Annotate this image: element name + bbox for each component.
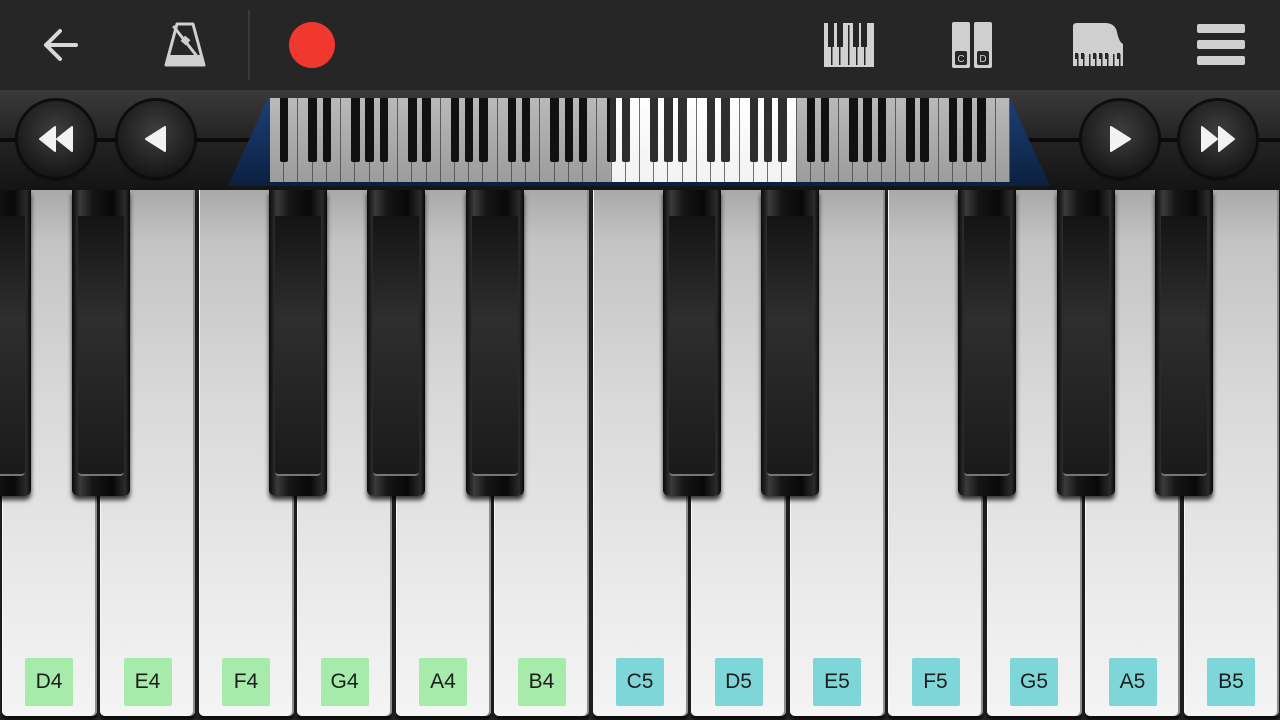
black-key[interactable] — [761, 190, 819, 496]
menu-button[interactable] — [1180, 0, 1262, 90]
next-button[interactable] — [1082, 101, 1158, 177]
overview-black-key — [621, 98, 631, 162]
black-key-face — [471, 216, 518, 476]
overview-black-key — [749, 98, 759, 162]
back-arrow-icon — [44, 29, 78, 61]
keyboard-mode-button[interactable] — [808, 0, 890, 90]
black-key[interactable] — [71, 190, 130, 496]
key-label: D4 — [25, 658, 73, 706]
black-key[interactable] — [367, 190, 425, 496]
overview-black-key — [507, 98, 517, 162]
overview-black-key — [877, 98, 887, 162]
metronome-button[interactable] — [145, 0, 225, 90]
overview-black-key — [678, 98, 687, 162]
black-key[interactable] — [0, 190, 31, 496]
overview-black-key — [279, 98, 289, 162]
overview-black-key — [806, 98, 816, 162]
key-label: B5 — [1207, 658, 1255, 706]
key-label: E5 — [813, 658, 861, 706]
key-label: A4 — [419, 658, 467, 706]
overview-black-key — [906, 98, 915, 162]
overview-black-key — [920, 98, 929, 162]
black-key-face — [1062, 216, 1109, 476]
rewind-icon — [39, 126, 73, 152]
black-key[interactable] — [958, 190, 1016, 496]
top-toolbar: C D — [0, 0, 1280, 90]
overview-black-key — [706, 98, 716, 162]
next-icon — [1110, 126, 1131, 152]
overview-black-key — [863, 98, 872, 162]
overview-black-key — [977, 98, 986, 162]
black-key-face — [77, 216, 124, 476]
black-key-face — [668, 216, 715, 476]
overview-black-key — [963, 98, 972, 162]
overview-black-key — [408, 98, 417, 162]
key-label: F4 — [222, 658, 270, 706]
black-key[interactable] — [1155, 190, 1213, 496]
black-key[interactable] — [662, 190, 721, 496]
overview-black-key — [763, 98, 773, 162]
overview-black-keys — [270, 98, 1010, 182]
key-label: G4 — [320, 658, 369, 706]
keyboard-icon — [824, 23, 874, 67]
record-button[interactable] — [272, 0, 352, 90]
back-button[interactable] — [20, 0, 100, 90]
overview-black-key — [849, 98, 858, 162]
overview-black-key — [778, 98, 787, 162]
overview-black-key — [479, 98, 488, 162]
grand-piano-button[interactable] — [1056, 0, 1140, 90]
overview-black-key — [948, 98, 958, 162]
overview-black-key — [422, 98, 431, 162]
overview-black-key — [521, 98, 531, 162]
piano-keyboard: D4 E4 F4 G4 A4 B4 C5 D5 E5 F5 G5 A5 B5 — [0, 190, 1280, 720]
overview-black-key — [607, 98, 616, 162]
record-icon — [289, 22, 335, 68]
black-key-face — [1161, 216, 1207, 476]
metronome-icon — [164, 22, 206, 67]
black-key-face — [964, 216, 1010, 476]
black-key[interactable] — [465, 190, 524, 496]
key-label: A5 — [1108, 658, 1157, 706]
overview-black-key — [308, 98, 317, 162]
keyboard-overview-scroller[interactable] — [270, 98, 1010, 182]
key-label: F5 — [911, 658, 960, 706]
overview-black-key — [550, 98, 559, 162]
previous-button[interactable] — [118, 101, 194, 177]
overview-black-key — [578, 98, 588, 162]
two-row-cd-icon: C D — [952, 22, 992, 68]
black-key-face — [373, 216, 419, 476]
overview-black-key — [450, 98, 460, 162]
key-label: E4 — [123, 658, 172, 706]
black-key[interactable] — [268, 190, 327, 496]
black-key[interactable] — [1056, 190, 1115, 496]
overview-black-key — [664, 98, 673, 162]
hamburger-menu-icon — [1197, 24, 1245, 65]
fast-forward-icon — [1201, 126, 1235, 152]
black-key-face — [0, 216, 25, 476]
fast-forward-button[interactable] — [1180, 101, 1256, 177]
previous-icon — [145, 126, 166, 152]
overview-black-key — [322, 98, 332, 162]
overview-black-key — [564, 98, 574, 162]
key-label: C5 — [616, 658, 664, 706]
overview-black-key — [721, 98, 730, 162]
rewind-button[interactable] — [18, 101, 94, 177]
overview-black-key — [649, 98, 659, 162]
two-row-keyboard-button[interactable]: C D — [930, 0, 1014, 90]
key-label: B4 — [517, 658, 566, 706]
overview-black-key — [351, 98, 360, 162]
black-key-face — [767, 216, 813, 476]
cd-icon-label-d: D — [979, 54, 986, 65]
toolbar-separator — [248, 10, 250, 80]
key-label: D5 — [714, 658, 763, 706]
key-label: G5 — [1010, 658, 1058, 706]
grand-piano-icon — [1073, 23, 1123, 66]
black-key-face — [274, 216, 321, 476]
cd-icon-label-c: C — [957, 54, 964, 65]
overview-black-key — [464, 98, 474, 162]
overview-black-key — [365, 98, 374, 162]
overview-black-key — [379, 98, 389, 162]
overview-black-key — [820, 98, 830, 162]
